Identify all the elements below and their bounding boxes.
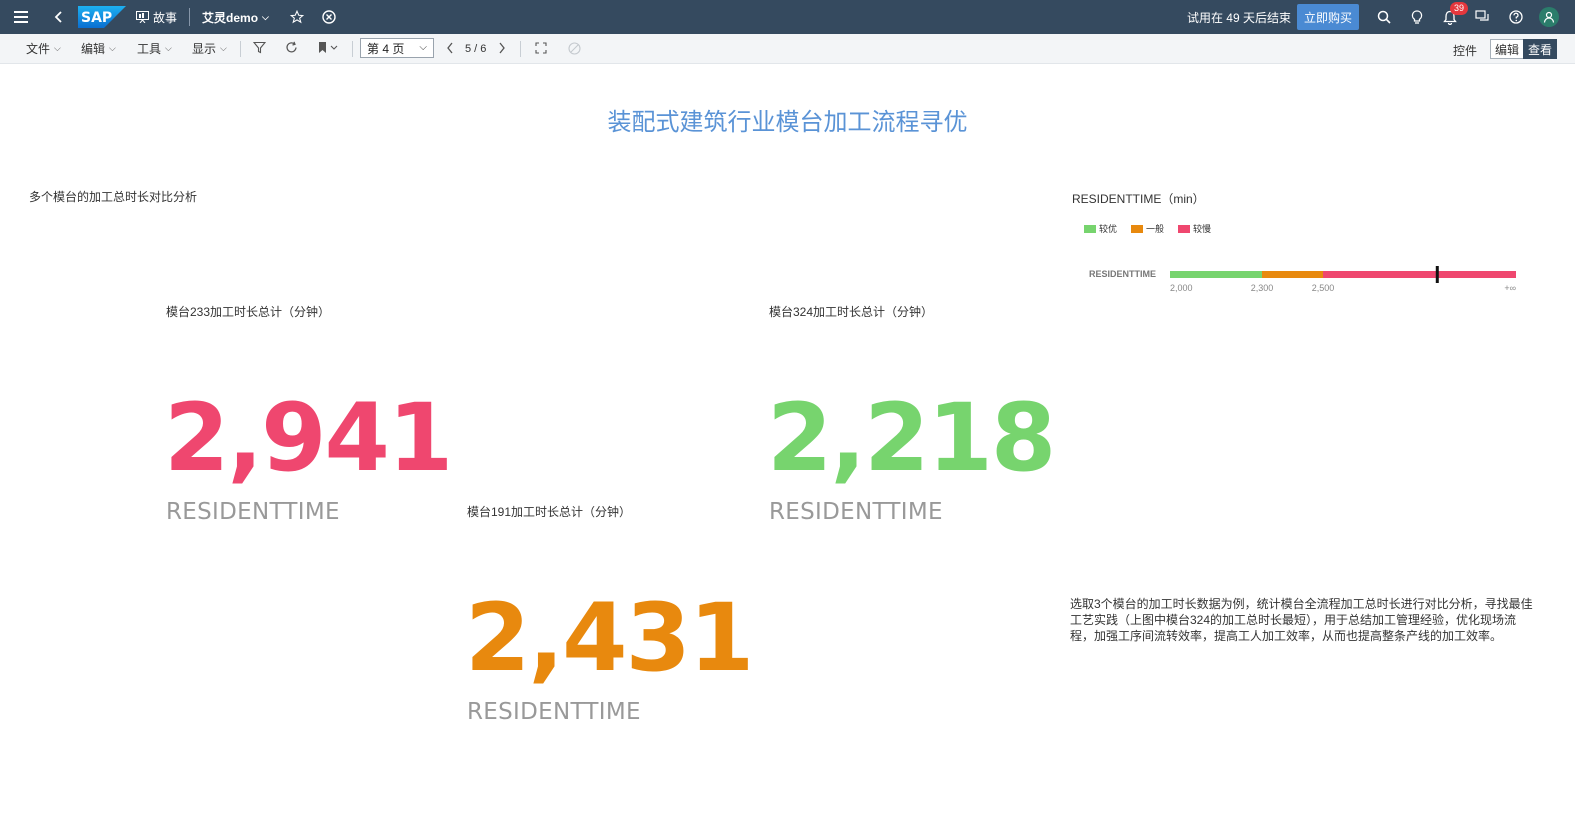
legend-item-normal: 一般 xyxy=(1131,222,1164,235)
bullet-marker xyxy=(1435,266,1439,283)
section-label: 多个模台的加工总时长对比分析 xyxy=(29,190,198,204)
lightbulb-icon[interactable] xyxy=(1400,0,1433,34)
edit-menu[interactable]: 编辑 ⌵ xyxy=(81,40,116,57)
story-label: 故事 xyxy=(153,10,178,25)
back-arrow-icon[interactable] xyxy=(48,0,68,34)
toolbar-divider xyxy=(520,41,521,57)
kpi-label-191: 模台191加工时长总计（分钟） xyxy=(467,505,632,519)
legend-label-slow: 较慢 xyxy=(1193,224,1212,234)
file-menu[interactable]: 文件 ⌵ xyxy=(26,40,61,57)
bullet-range-2 xyxy=(1323,271,1516,278)
chevron-down-icon: ⌵ xyxy=(262,11,269,22)
chevron-down-icon: ⌵ xyxy=(165,43,172,53)
chevron-down-icon: ⌵ xyxy=(419,42,427,53)
bullet-range-1 xyxy=(1262,271,1323,278)
page-select-value: 第 4 页 xyxy=(367,41,405,56)
legend-item-good: 较优 xyxy=(1084,222,1117,235)
kpi-label-324: 模台324加工时长总计（分钟） xyxy=(769,305,934,319)
disabled-action-icon xyxy=(568,42,581,55)
svg-text:SAP: SAP xyxy=(81,10,112,26)
chevron-down-icon: ⌵ xyxy=(54,43,61,53)
legend-swatch-good xyxy=(1084,224,1096,233)
file-name-label: 艾灵demo xyxy=(202,10,259,25)
page-select-dropdown[interactable]: 第 4 页 ⌵ xyxy=(360,38,434,58)
help-icon[interactable] xyxy=(1499,0,1532,34)
page-counter: 5 / 6 xyxy=(465,43,487,55)
legend-swatch-slow xyxy=(1178,224,1191,233)
legend-item-slow: 较慢 xyxy=(1178,222,1211,235)
edit-mode-button[interactable]: 编辑 xyxy=(1490,39,1524,59)
legend-label-good: 较优 xyxy=(1099,224,1118,234)
bookmark-icon[interactable] xyxy=(317,41,339,54)
display-menu[interactable]: 显示 ⌵ xyxy=(192,40,227,57)
controls-button[interactable]: 控件 xyxy=(1453,42,1477,59)
chart-legend: 较优 一般 较慢 xyxy=(1084,222,1211,235)
buy-now-button[interactable]: 立即购买 xyxy=(1296,4,1359,30)
chat-discussions-icon[interactable] xyxy=(1466,0,1499,34)
chevron-down-icon: ⌵ xyxy=(109,43,116,53)
favorite-star-icon[interactable] xyxy=(285,0,309,34)
chevron-down-icon: ⌵ xyxy=(220,43,227,53)
fullscreen-icon[interactable] xyxy=(535,42,547,54)
bullet-range-0 xyxy=(1170,271,1262,278)
tools-menu[interactable]: 工具 ⌵ xyxy=(137,40,172,57)
next-page-icon[interactable] xyxy=(498,42,506,54)
kpi-unit-233: RESIDENTTIME xyxy=(166,499,340,525)
bullet-tick-label: 2,300 xyxy=(1251,283,1274,293)
edit-menu-label: 编辑 xyxy=(81,42,106,56)
story-toolbar: 文件 ⌵ 编辑 ⌵ 工具 ⌵ 显示 ⌵ 第 4 页 ⌵ 5 / 6 控件 编辑 查看 xyxy=(0,34,1575,64)
analysis-description: 选取3个模台的加工时长数据为例，统计模台全流程加工总时长进行对比分析，寻找最佳工… xyxy=(1070,597,1533,643)
notifications-bell-icon[interactable]: 39 xyxy=(1433,0,1469,34)
legend-label-normal: 一般 xyxy=(1146,224,1165,234)
kpi-label-233: 模台233加工时长总计（分钟） xyxy=(166,305,331,319)
bullet-measure-label: RESIDENTTIME xyxy=(1089,269,1156,279)
hamburger-menu-icon[interactable] xyxy=(2,0,40,34)
bullet-tick-label: +∞ xyxy=(1504,283,1516,293)
kpi-value-233: 2,941 xyxy=(164,384,453,493)
tools-menu-label: 工具 xyxy=(137,42,162,56)
legend-swatch-normal xyxy=(1131,224,1144,233)
shell-bar: SAP 故事 艾灵demo ⌵ 试用在 49 天后结束 立即购买 39 xyxy=(0,0,1575,34)
kpi-unit-191: RESIDENTTIME xyxy=(467,699,641,725)
toolbar-divider xyxy=(240,41,241,57)
close-circle-icon[interactable] xyxy=(317,0,341,34)
kpi-value-191: 2,431 xyxy=(465,584,754,693)
page-title: 装配式建筑行业模台加工流程寻优 xyxy=(607,109,968,136)
bullet-tick-label: 2,500 xyxy=(1312,283,1335,293)
trial-status-text: 试用在 49 天后结束 xyxy=(1186,10,1291,25)
previous-page-icon[interactable] xyxy=(446,42,454,54)
user-avatar[interactable] xyxy=(1532,0,1565,34)
kpi-unit-324: RESIDENTTIME xyxy=(769,499,943,525)
view-mode-button[interactable]: 查看 xyxy=(1523,39,1557,59)
shell-divider xyxy=(189,8,191,26)
bullet-chart: RESIDENTTIME 2,000 2,300 2,500 +∞ xyxy=(1089,266,1516,293)
bullet-tick-label: 2,000 xyxy=(1170,283,1193,293)
story-icon xyxy=(134,0,150,34)
user-avatar-icon xyxy=(1538,7,1559,27)
file-name-dropdown[interactable]: 艾灵demo ⌵ xyxy=(202,9,269,26)
filter-icon[interactable] xyxy=(253,41,266,54)
sap-logo[interactable]: SAP xyxy=(78,5,126,29)
kpi-value-324: 2,218 xyxy=(767,384,1056,493)
chart-title: RESIDENTTIME（min） xyxy=(1072,192,1205,206)
refresh-icon[interactable] xyxy=(285,41,298,54)
display-menu-label: 显示 xyxy=(192,42,217,56)
toolbar-divider xyxy=(352,41,353,57)
search-icon[interactable] xyxy=(1367,0,1400,34)
file-menu-label: 文件 xyxy=(26,42,51,56)
